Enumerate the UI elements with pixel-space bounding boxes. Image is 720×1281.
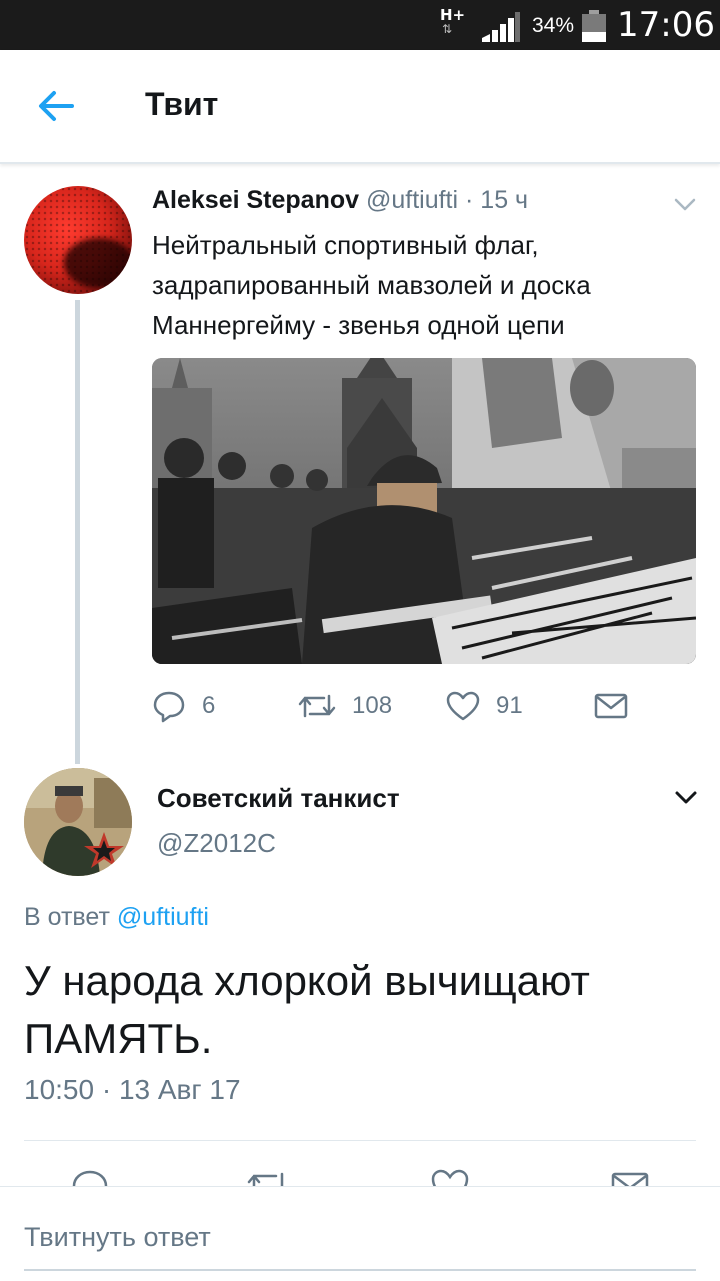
reply-composer	[0, 1186, 720, 1281]
reply-input[interactable]	[24, 1217, 696, 1257]
signal-icon	[482, 12, 520, 42]
reply-action[interactable]: 6	[152, 686, 215, 726]
app-bar: Твит	[0, 50, 720, 164]
tweet-text: У народа хлоркой вычищают ПАМЯТЬ.	[24, 957, 590, 1062]
reply-icon	[153, 691, 185, 723]
chevron-down-icon[interactable]	[672, 194, 698, 214]
retweet-icon	[298, 694, 336, 718]
clock: 17:06	[617, 5, 715, 45]
network-indicator: H+ ⇅	[440, 8, 465, 37]
avatar-photo	[24, 768, 132, 876]
tweet-text: Нейтральный спортивный флаг, задрапирова…	[152, 230, 591, 340]
envelope-icon	[594, 693, 628, 719]
author-handle[interactable]: @Z2012C	[157, 828, 276, 859]
reply-context: В ответ @uftiufti	[24, 903, 209, 932]
reply-label: В ответ	[24, 903, 110, 931]
back-button[interactable]	[34, 84, 78, 128]
like-action[interactable]: 91	[446, 686, 523, 726]
heart-icon[interactable]	[430, 1166, 470, 1188]
author-name[interactable]: Советский танкист	[157, 783, 400, 814]
tweet-time: · 15 ч	[465, 186, 529, 214]
author-handle[interactable]: @uftiufti	[366, 186, 458, 214]
status-bar: H+ ⇅ 34% 17:06	[0, 0, 720, 50]
input-underline	[24, 1269, 696, 1271]
detail-actions	[0, 1166, 720, 1188]
avatar[interactable]	[24, 768, 132, 876]
page-title: Твит	[145, 86, 219, 122]
tweet-photo[interactable]	[152, 358, 696, 664]
chevron-down-icon[interactable]	[674, 788, 698, 808]
heart-icon	[446, 691, 480, 721]
retweet-icon[interactable]	[246, 1166, 290, 1188]
battery-percent: 34%	[532, 14, 575, 37]
avatar[interactable]	[24, 186, 132, 294]
tweet-actions: 6 108 91	[152, 686, 697, 726]
reply-count: 6	[202, 692, 216, 719]
retweet-count: 108	[352, 692, 393, 719]
like-count: 91	[496, 692, 523, 719]
reply-to-link[interactable]: @uftiufti	[117, 903, 209, 931]
reply-icon[interactable]	[70, 1166, 110, 1188]
dm-action[interactable]	[594, 686, 644, 726]
battery-icon	[582, 10, 606, 42]
arrow-left-icon	[39, 91, 74, 121]
tweet-header: Aleksei Stepanov @uftiufti · 15 ч	[152, 186, 528, 215]
thread-connector	[75, 300, 80, 764]
tweet-timestamp: 10:50 · 13 Авг 17	[24, 1074, 241, 1105]
retweet-action[interactable]: 108	[298, 686, 392, 726]
divider	[24, 1140, 696, 1141]
parade-photo	[152, 358, 696, 664]
author-name[interactable]: Aleksei Stepanov	[152, 186, 359, 214]
envelope-icon[interactable]	[610, 1166, 650, 1188]
data-arrows-icon: ⇅	[442, 22, 453, 36]
